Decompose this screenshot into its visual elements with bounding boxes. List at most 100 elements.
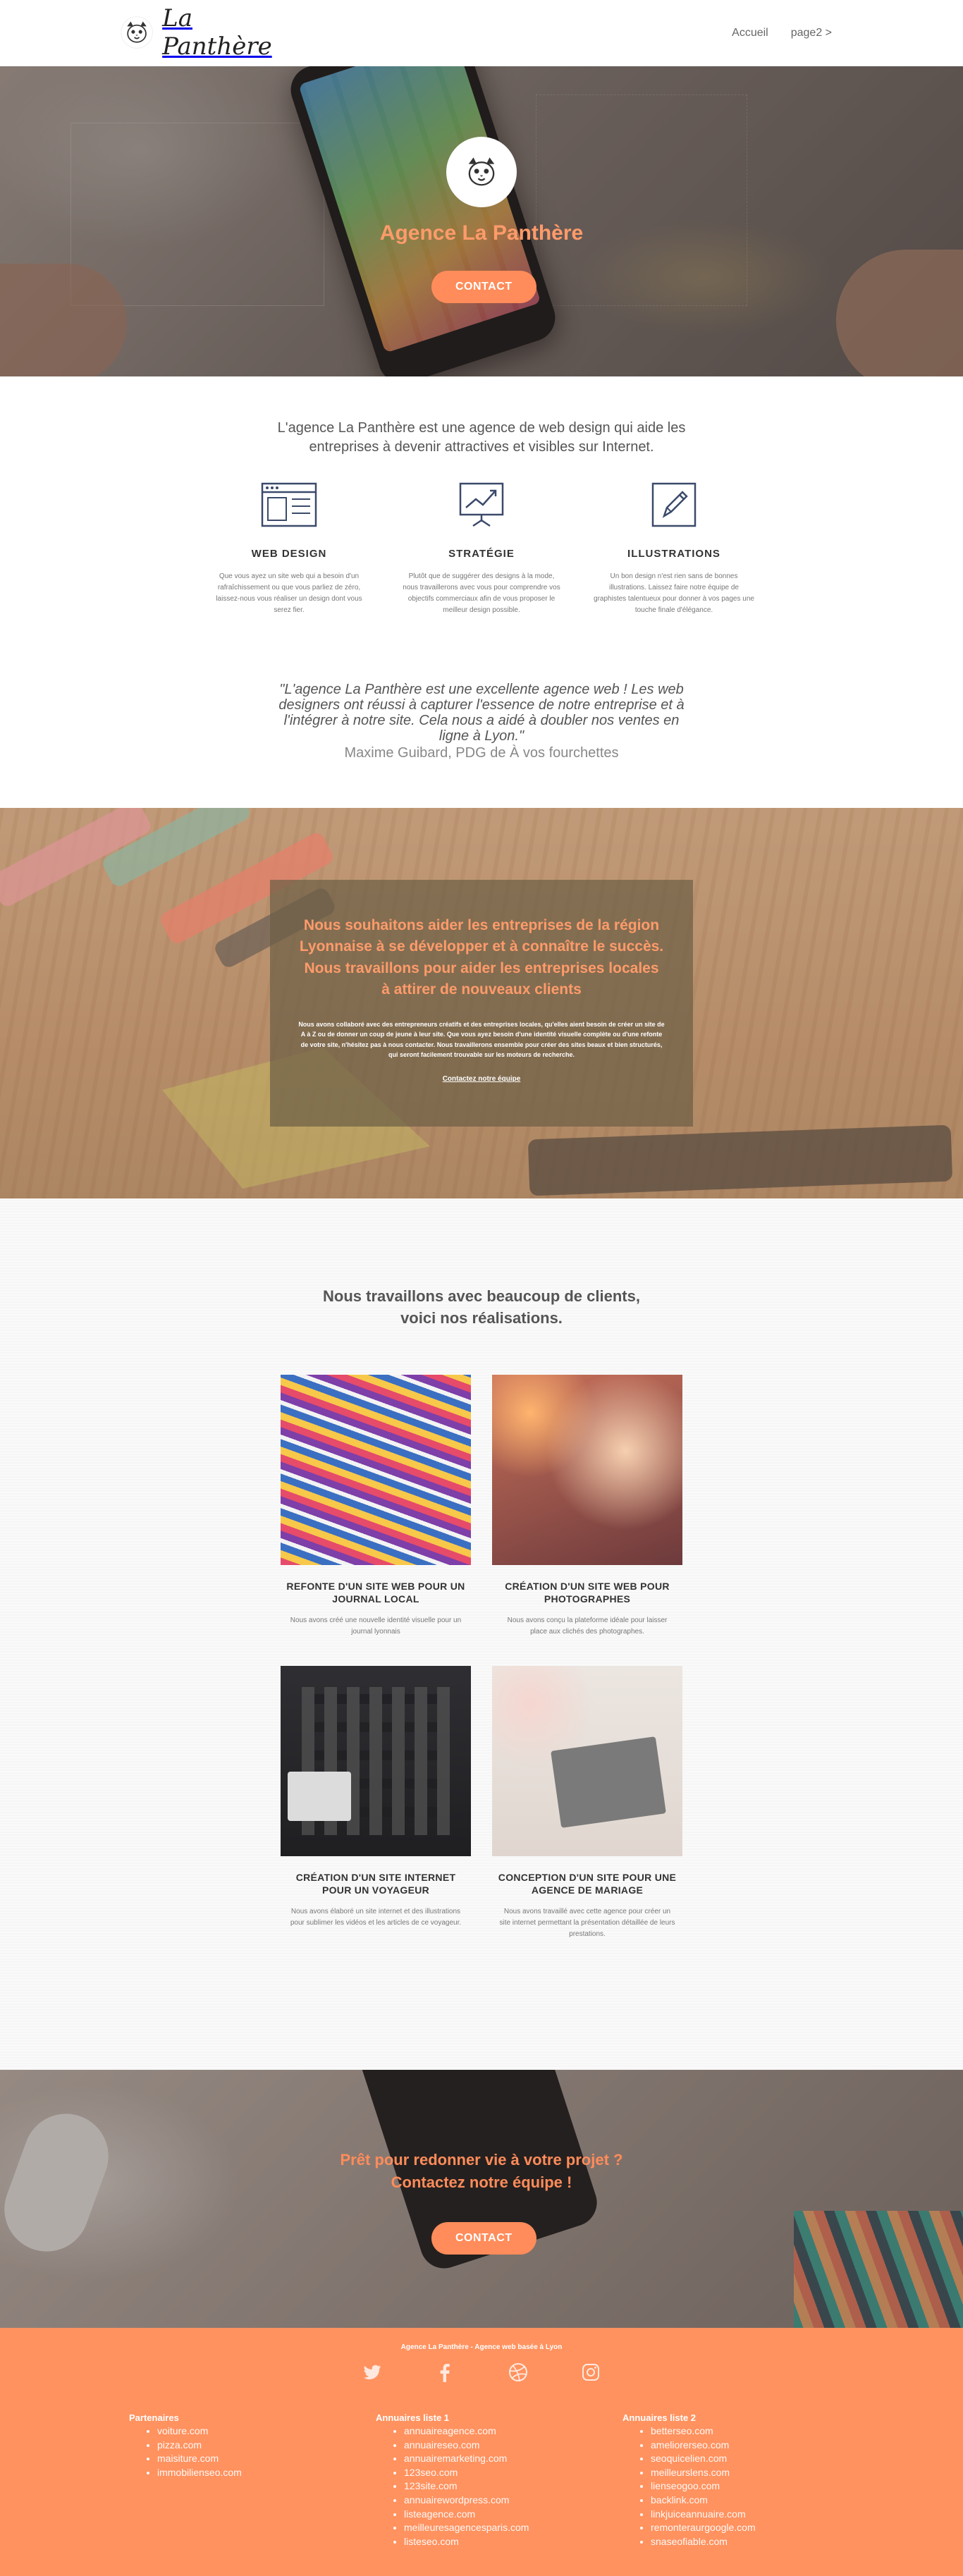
- footer-link[interactable]: voiture.com: [157, 2424, 341, 2439]
- footer-link[interactable]: listeseo.com: [404, 2535, 587, 2549]
- footer-link-list: betterseo.comameliorerseo.comseoquicelie…: [651, 2424, 834, 2549]
- mission-title: Nous souhaitons aider les entreprises de…: [299, 917, 664, 998]
- web-design-icon: [261, 482, 317, 527]
- feature-description: Que vous ayez un site web qui a besoin d…: [216, 572, 362, 614]
- project-image-laptop-desk[interactable]: [492, 1666, 682, 1856]
- testimonial: "L'agence La Panthère est une excellente…: [270, 682, 693, 761]
- projects-grid: REFONTE D'UN SITE WEB POUR UN JOURNAL LO…: [281, 1375, 682, 1940]
- footer-column-annuaires-1: Annuaires liste 1 annuaireagence.comannu…: [376, 2412, 587, 2549]
- site-footer: Agence La Panthère - Agence web basée à …: [0, 2328, 963, 2576]
- mission-section: Nous souhaitons aider les entreprises de…: [0, 808, 963, 1198]
- project-card[interactable]: CONCEPTION D'UN SITE POUR UNE AGENCE DE …: [492, 1666, 682, 1940]
- feature-title: ILLUSTRATIONS: [627, 548, 720, 560]
- footer-link[interactable]: meilleurslens.com: [651, 2466, 834, 2480]
- footer-link[interactable]: annuairewordpress.com: [404, 2494, 587, 2508]
- footer-link[interactable]: seoquicelien.com: [651, 2452, 834, 2466]
- site-header: La Panthère Accueil page2 >: [0, 0, 963, 66]
- testimonial-author: Maxime Guibard, PDG de À vos fourchettes: [344, 745, 619, 761]
- testimonial-text: "L'agence La Panthère est une excellente…: [278, 682, 685, 744]
- pen-icon: [651, 482, 697, 527]
- footer-column-title: Partenaires: [129, 2412, 179, 2423]
- logo-text: La Panthère: [162, 4, 272, 61]
- project-title: REFONTE D'UN SITE WEB POUR UN JOURNAL LO…: [286, 1581, 465, 1605]
- footer-link-list: annuaireagence.comannuaireseo.comannuair…: [404, 2424, 587, 2549]
- footer-link[interactable]: backlink.com: [651, 2494, 834, 2508]
- contact-team-link[interactable]: Contactez notre équipe: [443, 1075, 521, 1083]
- footer-link[interactable]: ameliorerseo.com: [651, 2439, 834, 2453]
- feature-title: STRATÉGIE: [448, 548, 515, 560]
- main-nav: Accueil page2 >: [732, 27, 832, 39]
- project-image-magazines[interactable]: [281, 1375, 471, 1565]
- project-description: Nous avons travaillé avec cette agence p…: [499, 1908, 675, 1938]
- background-phone: [527, 1124, 953, 1196]
- hero-section: Agence La Panthère CONTACT: [0, 66, 963, 376]
- hero-logo-badge: [446, 137, 517, 207]
- projects-section: Nous travaillons avec beaucoup de client…: [0, 1198, 963, 2070]
- footer-column-partenaires: Partenaires voiture.compizza.commaisitur…: [129, 2412, 341, 2549]
- mission-text: Nous avons collaboré avec des entreprene…: [298, 1020, 665, 1058]
- projects-title-line: Nous travaillons avec beaucoup de client…: [323, 1287, 640, 1305]
- footer-link[interactable]: maisiture.com: [157, 2452, 341, 2466]
- footer-link[interactable]: linkjuiceannuaire.com: [651, 2508, 834, 2522]
- background-marker: [100, 808, 252, 889]
- project-description: Nous avons créé une nouvelle identité vi…: [290, 1617, 462, 1636]
- mission-box: Nous souhaitons aider les entreprises de…: [270, 880, 693, 1127]
- feature-description: Plutôt que de suggérer des designs à la …: [403, 572, 560, 614]
- social-links: [362, 2362, 601, 2383]
- project-card[interactable]: REFONTE D'UN SITE WEB POUR UN JOURNAL LO…: [281, 1375, 471, 1638]
- footer-link[interactable]: pizza.com: [157, 2439, 341, 2453]
- footer-link[interactable]: annuaireagence.com: [404, 2424, 587, 2439]
- projects-title-line: voici nos réalisations.: [400, 1308, 563, 1327]
- feature-strategy: STRATÉGIE Plutôt que de suggérer des des…: [400, 482, 563, 616]
- footer-link[interactable]: betterseo.com: [651, 2424, 834, 2439]
- footer-link[interactable]: immobilienseo.com: [157, 2466, 341, 2480]
- project-description: Nous avons conçu la plateforme idéale po…: [507, 1617, 668, 1636]
- feature-description: Un bon design n'est rien sans de bonnes …: [594, 572, 754, 614]
- footer-link[interactable]: annuairemarketing.com: [404, 2452, 587, 2466]
- strategy-icon: [459, 482, 504, 527]
- projects-title: Nous travaillons avec beaucoup de client…: [0, 1286, 963, 1330]
- footer-link[interactable]: lienseogoo.com: [651, 2479, 834, 2494]
- project-description: Nous avons élaboré un site internet et d…: [290, 1908, 462, 1927]
- logo-link[interactable]: La Panthère: [120, 4, 289, 61]
- footer-column-annuaires-2: Annuaires liste 2 betterseo.comameliorer…: [622, 2412, 834, 2549]
- nav-item-accueil[interactable]: Accueil: [732, 27, 768, 39]
- cta-title: Prêt pour redonner vie à votre projet ? …: [0, 2149, 963, 2194]
- project-card[interactable]: CRÉATION D'UN SITE WEB POUR PHOTOGRAPHES…: [492, 1375, 682, 1638]
- project-title: CRÉATION D'UN SITE INTERNET POUR UN VOYA…: [295, 1872, 456, 1896]
- panther-logo-icon: [121, 16, 153, 49]
- footer-link[interactable]: remonteraurgoogle.com: [651, 2521, 834, 2535]
- project-image-travel-gear[interactable]: [281, 1666, 471, 1856]
- twitter-icon[interactable]: [362, 2362, 383, 2383]
- cta-title-line: Contactez notre équipe !: [391, 2173, 572, 2191]
- dribbble-icon[interactable]: [508, 2362, 529, 2383]
- hero-contact-button[interactable]: CONTACT: [431, 271, 536, 303]
- footer-link[interactable]: 123seo.com: [404, 2466, 587, 2480]
- hero-title: Agence La Panthère: [379, 221, 584, 245]
- cta-section: Prêt pour redonner vie à votre projet ? …: [0, 2070, 963, 2328]
- footer-link[interactable]: listeagence.com: [404, 2508, 587, 2522]
- footer-columns: Partenaires voiture.compizza.commaisitur…: [129, 2412, 834, 2549]
- cta-content: Prêt pour redonner vie à votre projet ? …: [0, 2070, 963, 2328]
- instagram-icon[interactable]: [580, 2362, 601, 2383]
- feature-web-design: WEB DESIGN Que vous ayez un site web qui…: [208, 482, 370, 616]
- background-marker: [0, 808, 154, 909]
- feature-title: WEB DESIGN: [251, 548, 327, 560]
- project-title: CRÉATION D'UN SITE WEB POUR PHOTOGRAPHES: [505, 1581, 670, 1605]
- facebook-icon[interactable]: [434, 2362, 455, 2383]
- panther-logo-icon: [468, 157, 495, 186]
- intro-text: L'agence La Panthère est une agence de w…: [277, 420, 686, 455]
- footer-link[interactable]: meilleuresagencesparis.com: [404, 2521, 587, 2535]
- footer-link[interactable]: 123site.com: [404, 2479, 587, 2494]
- footer-link[interactable]: annuaireseo.com: [404, 2439, 587, 2453]
- cta-contact-button[interactable]: CONTACT: [431, 2222, 536, 2255]
- features-list: WEB DESIGN Que vous ayez un site web qui…: [208, 482, 755, 616]
- project-image-photographer[interactable]: [492, 1375, 682, 1565]
- project-card[interactable]: CRÉATION D'UN SITE INTERNET POUR UN VOYA…: [281, 1666, 471, 1940]
- cta-title-line: Prêt pour redonner vie à votre projet ?: [340, 2151, 623, 2169]
- footer-link[interactable]: snaseofiable.com: [651, 2535, 834, 2549]
- nav-item-page2[interactable]: page2 >: [791, 27, 832, 39]
- footer-link-list: voiture.compizza.commaisiture.comimmobil…: [157, 2424, 341, 2479]
- footer-tagline: Agence La Panthère - Agence web basée à …: [400, 2343, 563, 2351]
- intro-section: L'agence La Panthère est une agence de w…: [0, 376, 963, 808]
